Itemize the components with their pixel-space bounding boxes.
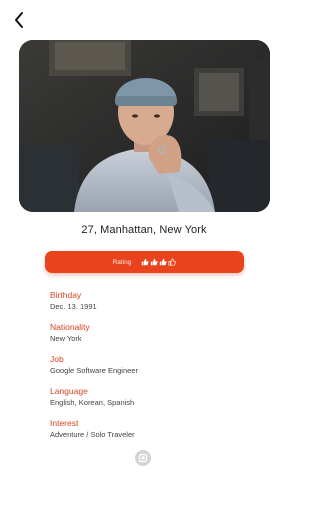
interest-label: Interest bbox=[50, 418, 79, 428]
app-logo-icon bbox=[135, 450, 151, 466]
thumbs-up-filled-icon bbox=[151, 258, 158, 266]
profile-details: Birthday Dec. 13. 1991 Nationality New Y… bbox=[50, 290, 260, 450]
interest-field: Interest Adventure / Solo Traveler bbox=[50, 418, 260, 439]
chevron-left-icon bbox=[15, 12, 23, 28]
job-field: Job Google Software Engineer bbox=[50, 354, 260, 375]
language-label: Language bbox=[50, 386, 88, 396]
birthday-label: Birthday bbox=[50, 290, 82, 300]
rating-label: Rating bbox=[112, 258, 132, 266]
birthday-field: Birthday Dec. 13. 1991 bbox=[50, 290, 260, 311]
job-value: Google Software Engineer bbox=[50, 366, 138, 375]
thumbs-up-filled-icon bbox=[160, 258, 167, 266]
thumbs-up-outline-icon bbox=[168, 258, 177, 266]
profile-photo bbox=[19, 40, 270, 212]
language-value: English, Korean, Spanish bbox=[50, 398, 135, 407]
profile-headline: 27, Manhattan, New York bbox=[81, 224, 207, 236]
rating-button[interactable]: Rating bbox=[45, 251, 244, 273]
interest-value: Adventure / Solo Traveler bbox=[50, 430, 135, 439]
thumbs-up-filled-icon bbox=[142, 258, 149, 266]
nationality-label: Nationality bbox=[50, 322, 90, 332]
back-button[interactable] bbox=[10, 10, 30, 30]
job-label: Job bbox=[50, 354, 64, 364]
rating-thumbs bbox=[141, 258, 177, 266]
birthday-value: Dec. 13. 1991 bbox=[50, 302, 97, 311]
language-field: Language English, Korean, Spanish bbox=[50, 386, 260, 407]
nationality-value: New York bbox=[50, 334, 82, 343]
nationality-field: Nationality New York bbox=[50, 322, 260, 343]
